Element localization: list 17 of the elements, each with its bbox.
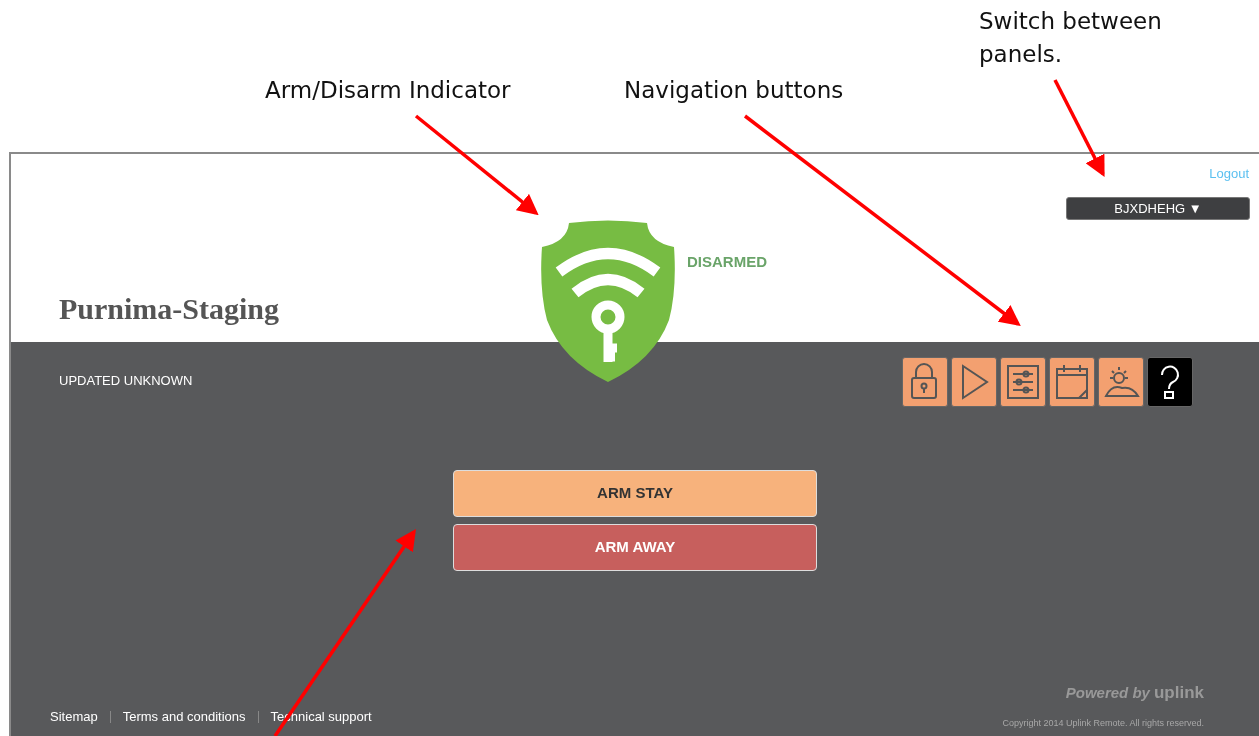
arm-status-label: DISARMED xyxy=(687,252,767,272)
sliders-icon xyxy=(1004,362,1042,402)
annotation-label: Arm/Disarm Indicator xyxy=(265,76,511,105)
copyright-text: Copyright 2014 Uplink Remote. All rights reserved. xyxy=(1002,717,1204,730)
updated-status: UPDATED UNKNOWN xyxy=(59,372,193,390)
arm-away-button[interactable]: ARM AWAY xyxy=(453,524,817,571)
arm-stay-button[interactable]: ARM STAY xyxy=(453,470,817,517)
footer-link[interactable]: Terms and conditions xyxy=(122,707,246,727)
powered-by-text: Powered by xyxy=(1065,683,1150,703)
annotation-label: Navigation buttons xyxy=(624,76,844,105)
annotation-label: Switch between panels. xyxy=(979,7,1163,70)
brand-logo: uplink xyxy=(1153,682,1204,704)
calendar-icon xyxy=(1053,362,1091,402)
footer-link[interactable]: Sitemap xyxy=(50,707,98,727)
panel-selector-dropdown[interactable]: BJXDHEHG ▼ xyxy=(1066,197,1250,220)
site-title: Purnima-Staging xyxy=(59,291,280,327)
nav-button[interactable] xyxy=(1147,357,1193,407)
